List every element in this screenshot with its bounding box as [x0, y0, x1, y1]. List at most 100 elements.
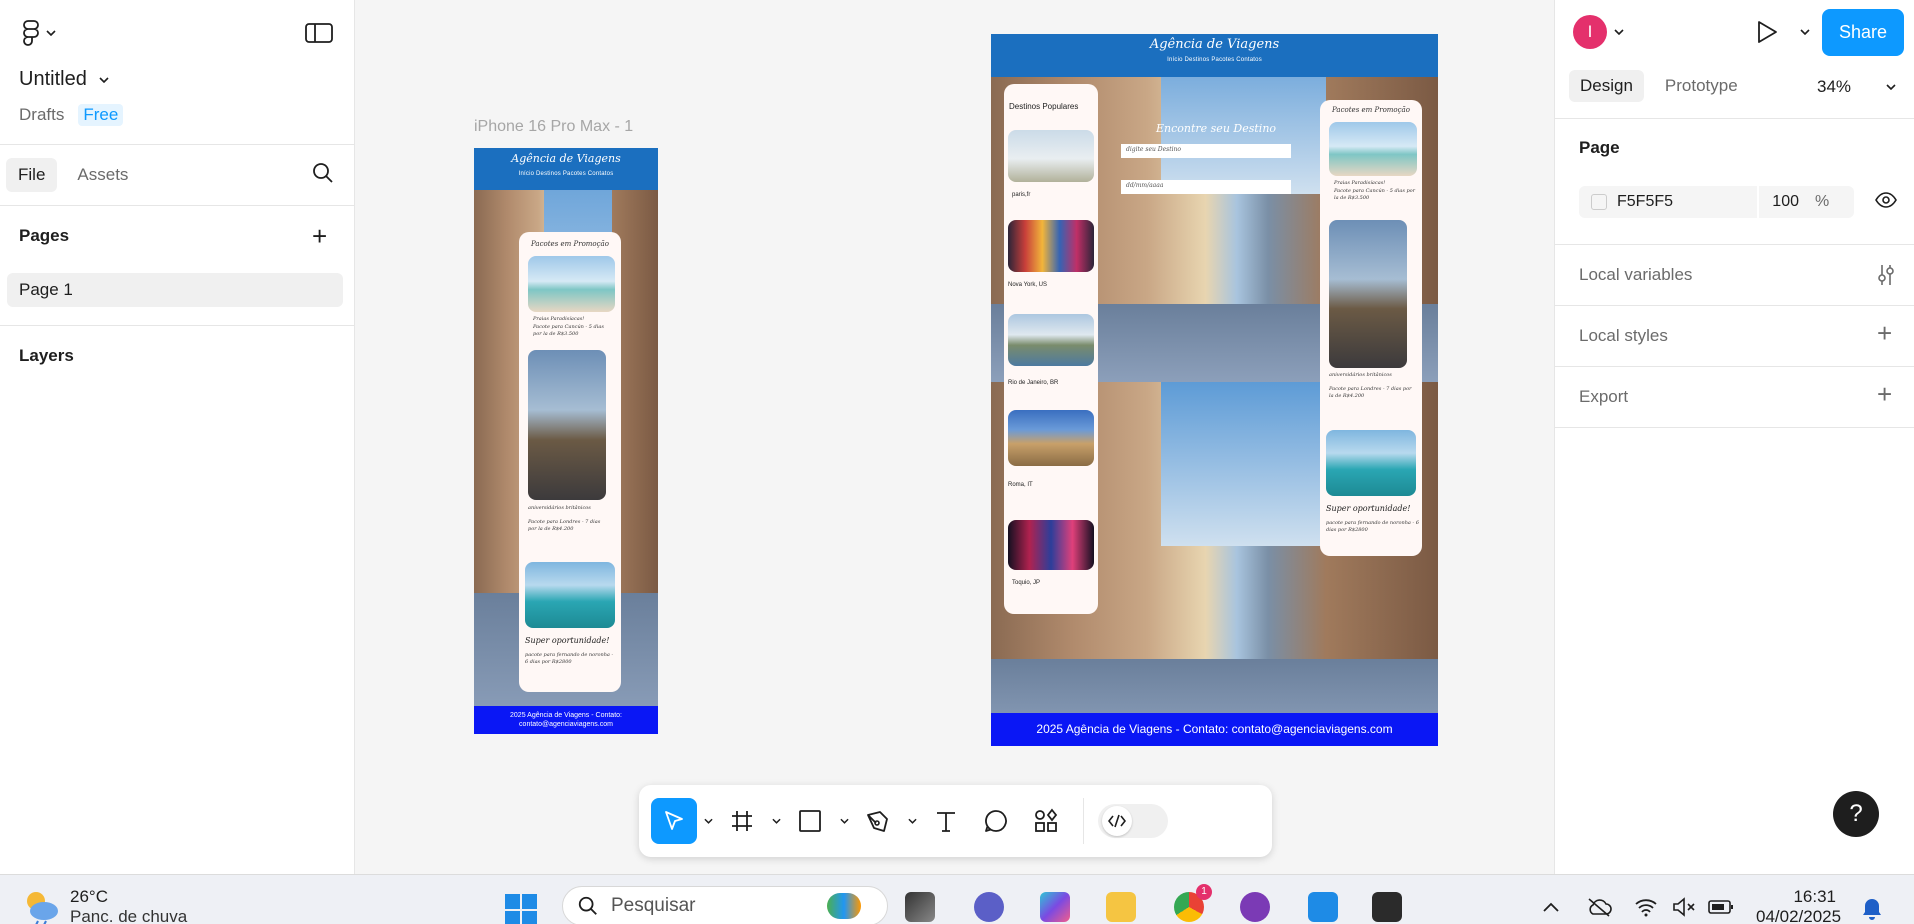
- hero-title: Encontre seu Destino: [1156, 122, 1277, 135]
- promo-2-desc: Pacote para Londres - 7 dias por la de R…: [1329, 386, 1412, 399]
- main-menu-button[interactable]: [22, 20, 56, 46]
- site-footer: 2025 Agência de Viagens - Contato: conta…: [991, 713, 1438, 746]
- file-explorer-icon[interactable]: [1106, 892, 1136, 922]
- page-section-title: Page: [1579, 138, 1620, 157]
- rectangle-icon: [799, 810, 821, 832]
- move-tool[interactable]: [651, 798, 697, 844]
- notification-bell-icon[interactable]: [1861, 897, 1883, 921]
- share-button[interactable]: Share: [1822, 9, 1904, 56]
- vscode-icon[interactable]: [1308, 892, 1338, 922]
- add-style-icon[interactable]: +: [1877, 318, 1892, 349]
- actions-icon: [1035, 808, 1058, 832]
- volume-mute-icon[interactable]: [1672, 897, 1696, 917]
- export-title[interactable]: Export: [1579, 387, 1628, 407]
- task-view-icon[interactable]: [905, 892, 935, 922]
- globe-icon: [827, 893, 861, 919]
- chevron-down-icon[interactable]: [1800, 29, 1810, 35]
- divider: [1555, 427, 1914, 428]
- canvas[interactable]: iPhone 16 Pro Max - 1 Agência de Viagens…: [355, 0, 1554, 874]
- windows-start-icon[interactable]: [504, 893, 538, 924]
- page-color-row[interactable]: F5F5F5 100 %: [1579, 186, 1854, 218]
- right-panel: I Share Design Prototype 34% Page F5F5F5…: [1554, 0, 1914, 874]
- zoom-level[interactable]: 34%: [1817, 77, 1851, 97]
- frame-label[interactable]: iPhone 16 Pro Max - 1: [474, 118, 633, 136]
- weather-condition: Panc. de chuva: [70, 907, 188, 924]
- promo-1-desc: Pacote para Cancún - 5 dias por la de R$…: [1334, 188, 1416, 201]
- file-title-button[interactable]: Untitled: [19, 68, 109, 91]
- chevron-down-icon[interactable]: [837, 818, 851, 824]
- battery-icon[interactable]: [1708, 899, 1734, 915]
- comment-icon: [985, 810, 1007, 832]
- date-input: dd/mm/aaaa: [1121, 180, 1291, 194]
- destination-image-roma: [1008, 410, 1094, 466]
- frame-tool[interactable]: [719, 798, 765, 844]
- chevron-down-icon[interactable]: [1614, 29, 1624, 35]
- pages-title: Pages: [19, 226, 70, 245]
- page-color-hex[interactable]: F5F5F5: [1617, 193, 1757, 211]
- promo-card: Pacotes em Promoção Praias Paradisíacas!…: [1320, 100, 1422, 556]
- tab-prototype[interactable]: Prototype: [1654, 70, 1749, 102]
- taskbar-search[interactable]: Pesquisar: [562, 886, 888, 924]
- frame-icon: [732, 811, 752, 831]
- comment-tool[interactable]: [973, 798, 1019, 844]
- eye-icon[interactable]: [1875, 192, 1897, 208]
- promo-title: Pacotes em Promoção: [1332, 106, 1410, 114]
- taskbar-clock[interactable]: 16:31 04/02/2025: [1756, 887, 1841, 924]
- promo-1-title: Praias Paradisíacas!: [1334, 180, 1386, 186]
- temperature: 26°C: [70, 887, 108, 906]
- wifi-icon[interactable]: [1634, 897, 1658, 917]
- m365-icon[interactable]: [1040, 892, 1070, 922]
- code-icon: [1102, 806, 1132, 836]
- actions-tool[interactable]: [1023, 798, 1069, 844]
- color-swatch[interactable]: [1591, 194, 1607, 210]
- plan-badge[interactable]: Free: [78, 104, 124, 126]
- page-item-page-1[interactable]: Page 1: [7, 273, 343, 307]
- terminal-icon[interactable]: [1372, 892, 1402, 922]
- local-styles-title[interactable]: Local styles: [1579, 326, 1668, 346]
- destination-label: Toquio, JP: [1012, 580, 1041, 586]
- mobile-frame[interactable]: Agência de Viagens Início Destinos Pacot…: [474, 148, 658, 734]
- variables-icon[interactable]: [1877, 264, 1895, 286]
- tab-design[interactable]: Design: [1569, 70, 1644, 102]
- notification-badge: 1: [1196, 884, 1212, 900]
- tab-file[interactable]: File: [6, 158, 58, 192]
- time: 16:31: [1793, 887, 1836, 906]
- promo-image-big-ben: [1329, 220, 1407, 368]
- shape-tool[interactable]: [787, 798, 833, 844]
- play-icon[interactable]: [1756, 20, 1778, 44]
- add-page-icon[interactable]: +: [312, 223, 327, 249]
- chevron-down-icon[interactable]: [769, 818, 783, 824]
- chevron-up-icon[interactable]: [1542, 901, 1560, 913]
- popular-card: Destinos Populares paris,fr Nova York, U…: [1004, 84, 1098, 614]
- drafts-link[interactable]: Drafts: [19, 105, 64, 125]
- chevron-down-icon: [99, 76, 109, 83]
- destination-label: Nova York, US: [1008, 282, 1048, 288]
- dev-mode-toggle[interactable]: [1098, 804, 1168, 838]
- search-icon[interactable]: [311, 161, 335, 185]
- avatar[interactable]: I: [1573, 15, 1607, 49]
- sidebar-toggle-icon[interactable]: [305, 22, 333, 44]
- help-button[interactable]: ?: [1833, 791, 1879, 837]
- destination-image-rio: [1008, 314, 1094, 366]
- github-desktop-icon[interactable]: [1240, 892, 1270, 922]
- pen-tool[interactable]: [855, 798, 901, 844]
- chevron-down-icon[interactable]: [905, 818, 919, 824]
- add-export-icon[interactable]: +: [1877, 379, 1892, 410]
- weather-widget[interactable]: 26°C Panc. de chuva: [22, 887, 187, 924]
- chrome-icon[interactable]: 1: [1174, 884, 1212, 922]
- page-opacity[interactable]: 100: [1757, 186, 1807, 218]
- right-tabs: Design Prototype: [1569, 70, 1749, 102]
- site-title: Agência de Viagens: [1149, 37, 1280, 52]
- chevron-down-icon[interactable]: [701, 818, 715, 824]
- local-variables-title[interactable]: Local variables: [1579, 265, 1692, 285]
- site-title: Agência de Viagens: [511, 152, 621, 165]
- desktop-frame[interactable]: Agência de Viagens Início Destinos Pacot…: [991, 34, 1438, 746]
- promo-2-title: aniversidários britânicos: [1329, 372, 1392, 378]
- meet-icon[interactable]: [974, 892, 1004, 922]
- chevron-down-icon[interactable]: [1886, 84, 1896, 90]
- tab-assets[interactable]: Assets: [65, 158, 140, 192]
- cloud-off-icon[interactable]: [1586, 897, 1612, 917]
- text-tool[interactable]: [923, 798, 969, 844]
- promo-3-desc: pacote para fernando de noronha - 6 dias…: [525, 652, 614, 665]
- destination-label: Roma, IT: [1008, 482, 1033, 488]
